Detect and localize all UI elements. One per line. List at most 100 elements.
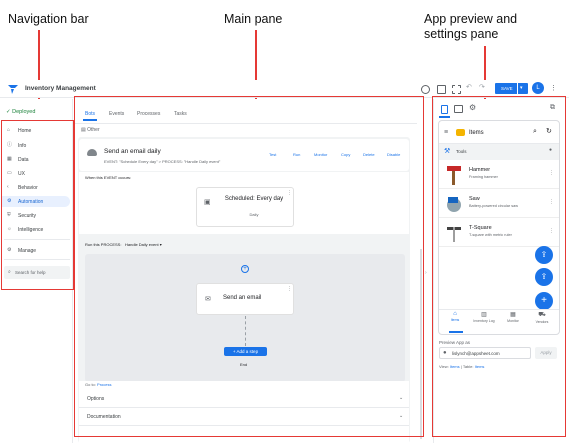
sidebar-item-manage[interactable]: ⚙ Manage bbox=[2, 245, 70, 256]
home-icon: ⌂ bbox=[453, 311, 457, 317]
sidebar-item-intelligence[interactable]: ☼ Intelligence bbox=[2, 224, 70, 235]
upload-fab-icon[interactable]: ⇪ bbox=[535, 246, 553, 264]
more-vert-icon[interactable]: ⋮ bbox=[287, 190, 292, 196]
gear-icon: ⚙ bbox=[7, 247, 12, 253]
item-title: T-Square bbox=[469, 225, 492, 231]
grid-icon: ▦ bbox=[510, 312, 516, 318]
sidebar-item-info[interactable]: ⓘ Info bbox=[2, 140, 70, 151]
list-item[interactable]: Hammer Framing hammer ⋮ bbox=[439, 161, 559, 189]
add-fab-icon[interactable]: + bbox=[535, 292, 553, 310]
tablet-icon[interactable] bbox=[454, 105, 463, 113]
sidebar-item-label: Security bbox=[18, 213, 37, 219]
help-icon[interactable] bbox=[421, 85, 430, 94]
save-button[interactable]: SAVE ▾ bbox=[495, 83, 528, 94]
test-button[interactable]: Test bbox=[269, 152, 276, 157]
copy-button[interactable]: Copy bbox=[341, 152, 350, 157]
chart-icon: ▥ bbox=[481, 312, 487, 318]
share-icon[interactable] bbox=[452, 85, 461, 94]
chevron-down-icon: ▾ bbox=[159, 242, 162, 247]
bot-subtitle: EVENT: "Schedule Every day" > PROCESS: "… bbox=[104, 159, 221, 164]
sidebar-item-label: UX bbox=[18, 171, 25, 177]
preview-email-value: lislynch@appsheet.com bbox=[452, 351, 500, 356]
step-card[interactable]: ✉ Send an email ⋮ bbox=[196, 283, 294, 315]
more-vert-icon[interactable]: ⋮ bbox=[549, 228, 554, 234]
scan-fab-icon[interactable]: ⇪ bbox=[535, 268, 553, 286]
sidebar-item-security[interactable]: ⛨ Security bbox=[2, 210, 70, 221]
bottom-tab-monitor[interactable]: ▦ Monitor bbox=[499, 311, 527, 323]
more-vert-icon[interactable]: ⋮ bbox=[549, 170, 554, 176]
process-label: Run this PROCESS: bbox=[85, 242, 122, 247]
bottom-tab-inventory-log[interactable]: ▥ Inventory Log bbox=[470, 311, 498, 323]
app-preview: ≡ Items ⌕ ↻ ⚒ Tools ● Hammer Framing ham… bbox=[438, 120, 560, 335]
tab-bots[interactable]: Bots bbox=[85, 111, 95, 117]
phone-icon[interactable] bbox=[441, 105, 448, 114]
automation-icon: ⚙ bbox=[7, 198, 12, 204]
avatar[interactable]: L bbox=[532, 82, 544, 94]
chevron-down-icon[interactable]: ▾ bbox=[520, 85, 523, 91]
undo-icon[interactable]: ↶ bbox=[466, 83, 472, 91]
apply-button[interactable]: Apply bbox=[535, 347, 557, 359]
disable-button[interactable]: Disable bbox=[387, 152, 400, 157]
other-group[interactable]: ▤ Other bbox=[81, 127, 100, 133]
main-scrollbar[interactable] bbox=[420, 249, 422, 439]
lightbulb-icon: ☼ bbox=[7, 226, 12, 232]
main-pane: Bots Events Processes Tasks ▤ Other Send… bbox=[75, 99, 422, 443]
sidebar-item-label: Automation bbox=[18, 199, 44, 205]
sidebar-item-data[interactable]: ▦ Data bbox=[2, 154, 70, 165]
bottom-nav-divider bbox=[439, 309, 559, 310]
list-item[interactable]: Saw Battery-powered circular saw ⋮ bbox=[439, 190, 559, 218]
preview-header-title: Items bbox=[469, 130, 484, 136]
tab-events[interactable]: Events bbox=[109, 111, 124, 117]
preview-as-email-field[interactable]: ● lislynch@appsheet.com bbox=[439, 347, 531, 359]
redo-icon[interactable]: ↷ bbox=[479, 83, 485, 91]
collapse-handle-icon[interactable]: › bbox=[425, 270, 427, 276]
item-subtitle: Framing hammer bbox=[469, 175, 498, 179]
options-label: Options bbox=[87, 396, 105, 402]
refresh-icon[interactable]: ↻ bbox=[546, 127, 552, 135]
go-to-process-link[interactable]: Process bbox=[97, 382, 111, 387]
tab-tasks[interactable]: Tasks bbox=[174, 111, 187, 117]
other-label: Other bbox=[87, 127, 100, 133]
callout-main-pane: Main pane bbox=[224, 12, 283, 26]
group-header[interactable]: ⚒ Tools ● bbox=[439, 144, 559, 160]
menu-icon[interactable]: ≡ bbox=[444, 129, 448, 136]
monitor-button[interactable]: Monitor bbox=[314, 152, 327, 157]
event-card-sub: Daily bbox=[249, 212, 259, 217]
open-in-new-icon[interactable]: ⧉ bbox=[550, 104, 555, 112]
save-button-divider bbox=[517, 83, 518, 94]
view-link[interactable]: Items bbox=[450, 364, 460, 369]
tab-processes[interactable]: Processes bbox=[137, 111, 160, 117]
bottom-tab-vendors[interactable]: ⛟ Vendors bbox=[528, 311, 556, 324]
sidebar-item-label: Info bbox=[18, 143, 27, 149]
add-step-top-icon[interactable]: + bbox=[241, 265, 249, 273]
delete-button[interactable]: Delete bbox=[363, 152, 375, 157]
bottom-tab-label: Inventory Log bbox=[473, 319, 495, 323]
event-card[interactable]: ▣ Scheduled: Every day Daily ⋮ bbox=[196, 187, 294, 227]
sidebar-divider bbox=[4, 239, 70, 240]
copy-icon[interactable] bbox=[437, 85, 446, 94]
table-label: Table: bbox=[462, 364, 474, 369]
sidebar-item-automation[interactable]: ⚙ Automation bbox=[2, 196, 70, 207]
mail-icon: ✉ bbox=[205, 296, 211, 303]
process-name-select[interactable]: Handle Daily event ▾ bbox=[125, 242, 162, 247]
table-link[interactable]: Items bbox=[475, 364, 485, 369]
sidebar-item-behavior[interactable]: ‹ Behavior bbox=[2, 182, 70, 193]
sidebar-item-home[interactable]: ⌂ Home bbox=[2, 125, 70, 136]
more-vert-icon[interactable]: ⋮ bbox=[549, 199, 554, 205]
saw-image bbox=[447, 197, 461, 212]
more-vert-icon[interactable]: ⋮ bbox=[550, 84, 557, 92]
search-icon[interactable]: ⌕ bbox=[533, 128, 537, 136]
gear-icon[interactable]: ⚙ bbox=[469, 103, 476, 112]
help-search-input[interactable]: ⌕ Search for help bbox=[4, 266, 70, 279]
tab-divider bbox=[75, 123, 417, 124]
options-section[interactable]: Options ⌄ bbox=[79, 390, 409, 408]
bottom-tab-label: Vendors bbox=[535, 320, 549, 324]
sidebar-item-ux[interactable]: ▭ UX bbox=[2, 168, 70, 179]
more-vert-icon[interactable]: ⋮ bbox=[287, 286, 292, 292]
bottom-tab-items[interactable]: ⌂ Items bbox=[441, 311, 469, 322]
run-button[interactable]: Run bbox=[293, 152, 300, 157]
documentation-section[interactable]: Documentation ⌄ bbox=[79, 408, 409, 426]
save-button-label: SAVE bbox=[501, 86, 513, 91]
add-step-button[interactable]: + Add a step bbox=[224, 347, 267, 356]
list-item[interactable]: T-Square T-square with metric ruler ⋮ bbox=[439, 219, 559, 247]
